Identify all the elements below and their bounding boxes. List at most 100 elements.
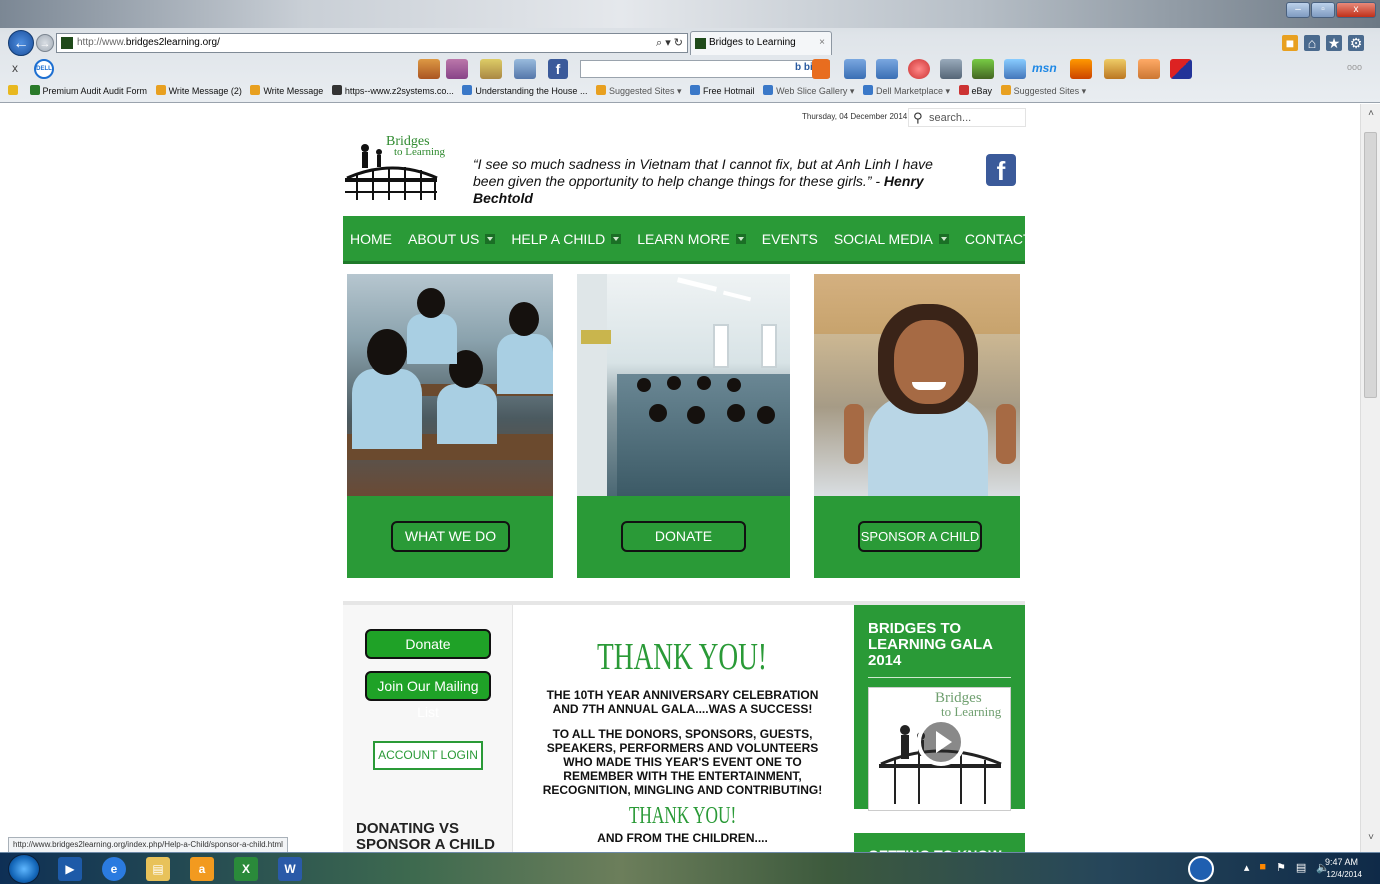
toolbar-addon-icon[interactable] [418, 59, 440, 79]
toolbar-close-icon[interactable]: x [12, 61, 18, 75]
smiling-girl-photo[interactable] [814, 274, 1020, 496]
address-search-refresh-icons[interactable]: ⌕ ▾ ↻ [656, 34, 683, 52]
system-tray: ▴ ■ ⚑ ▤ 🔈 [1244, 861, 1330, 874]
msn-logo-icon[interactable]: msn [1032, 61, 1057, 75]
toolbar-addon-icon[interactable] [446, 59, 468, 79]
tray-app-icon[interactable] [1188, 856, 1214, 882]
tab-favicon [695, 38, 706, 49]
dropdown-arrow-icon [485, 233, 496, 244]
favorites-star-icon[interactable]: ★ [1326, 35, 1342, 51]
toolbar-addon-icon[interactable] [1004, 59, 1026, 79]
tray-app-icon[interactable]: ■ [1259, 861, 1266, 874]
like-icon[interactable] [844, 59, 866, 79]
maximize-button[interactable]: ▫ [1311, 2, 1335, 18]
tab-title: Bridges to Learning [709, 37, 796, 48]
minimize-button[interactable]: ‒ [1286, 2, 1310, 18]
vertical-scrollbar[interactable]: ˄ ˅ [1360, 104, 1380, 852]
excel-icon[interactable]: X [234, 857, 258, 881]
home-icon[interactable]: ⌂ [1304, 35, 1320, 51]
network-icon[interactable]: ▤ [1296, 861, 1306, 874]
dell-logo-icon[interactable]: DELL [34, 59, 54, 79]
facebook-toolbar-icon[interactable]: f [548, 59, 568, 79]
favorite-link[interactable]: Premium Audit Audit Form [29, 85, 147, 96]
facebook-icon[interactable]: f [986, 154, 1016, 186]
toolbar-addon-icon[interactable] [1170, 59, 1192, 79]
status-url-tooltip: http://www.bridges2learning.org/index.ph… [8, 837, 288, 853]
block-icon[interactable] [908, 59, 930, 79]
sidebar-left: Donate Join Our Mailing List ACCOUNT LOG… [343, 605, 513, 852]
address-bar[interactable]: http://www.bridges2learning.org/ ⌕ ▾ ↻ [56, 33, 688, 53]
play-icon[interactable] [917, 718, 965, 766]
favorite-link[interactable]: Free Hotmail [690, 85, 755, 96]
windows-taskbar: ▶ e ▤ a X W ▴ ■ ⚑ ▤ 🔈 9:47 AM 12/4/2014 [0, 852, 1380, 884]
site-search-input[interactable]: ⚲ search... [908, 108, 1026, 127]
more-icon[interactable]: ooo [1347, 62, 1362, 72]
sponsor-a-child-button[interactable]: SPONSOR A CHILD [858, 521, 982, 552]
nav-label: HELP A CHILD [511, 230, 606, 247]
toolbar-addon-icon[interactable] [1070, 59, 1092, 79]
donate-feature-button[interactable]: DONATE [621, 521, 746, 552]
toolbar-addon-icon[interactable] [480, 59, 502, 79]
dropdown-arrow-icon [735, 233, 746, 244]
title-bar: ‒ ▫ x [0, 0, 1380, 28]
back-button[interactable]: ← [8, 30, 34, 56]
favorite-link[interactable]: Suggested Sites ▾ [1000, 85, 1086, 96]
address-url-prefix: http://www. [77, 37, 126, 48]
toolbar-addon-icon[interactable] [1138, 59, 1160, 79]
media-player-icon[interactable]: ▶ [58, 857, 82, 881]
what-we-do-button[interactable]: WHAT WE DO [391, 521, 510, 552]
clock-time[interactable]: 9:47 AM [1325, 857, 1358, 867]
forward-button[interactable]: → [36, 34, 54, 52]
tab-bridges-to-learning[interactable]: Bridges to Learning × [690, 31, 832, 55]
favorite-link[interactable]: Suggested Sites ▾ [595, 85, 682, 96]
join-mailing-list-button[interactable]: Join Our Mailing List [365, 671, 491, 720]
toolbar-addon-icon[interactable] [940, 59, 962, 79]
nav-label: LEARN MORE [637, 230, 730, 247]
nav-help-a-child[interactable]: HELP A CHILD [511, 230, 622, 247]
message-icon[interactable] [876, 59, 898, 79]
clock-date[interactable]: 12/4/2014 [1326, 870, 1362, 879]
account-login-button[interactable]: ACCOUNT LOGIN [373, 741, 483, 770]
internet-explorer-icon[interactable]: e [102, 857, 126, 881]
nav-social-media[interactable]: SOCIAL MEDIA [834, 231, 949, 247]
close-window-button[interactable]: x [1336, 2, 1376, 18]
window-controls: ‒ ▫ x [1286, 2, 1376, 18]
nav-learn-more[interactable]: LEARN MORE [637, 231, 746, 247]
scroll-thumb[interactable] [1364, 132, 1377, 398]
feeds-icon[interactable]: ■ [1282, 35, 1298, 51]
dropdown-arrow-icon [938, 233, 949, 244]
toolbar-search-go-icon[interactable] [812, 59, 830, 79]
tray-arrow-icon[interactable]: ▴ [1244, 861, 1250, 874]
favorite-link[interactable]: Dell Marketplace ▾ [862, 85, 950, 96]
favorite-link[interactable]: Write Message (2) [155, 85, 242, 96]
nav-about-us[interactable]: ABOUT US [408, 231, 496, 247]
action-center-flag-icon[interactable]: ⚑ [1276, 861, 1286, 874]
favorite-link[interactable]: eBay [958, 85, 992, 96]
nav-contact-us[interactable]: CONTACT US [965, 231, 1055, 247]
favorite-link[interactable]: Understanding the House ... [462, 85, 587, 96]
donate-button[interactable]: Donate [365, 629, 491, 659]
toolbar-addon-icon[interactable] [514, 59, 536, 79]
scroll-down-icon[interactable]: ˅ [1361, 832, 1380, 848]
nav-label: CONTACT US [964, 230, 1055, 247]
classroom-wide-photo[interactable] [577, 274, 790, 496]
gala-video[interactable]: Bridges to Learning [868, 687, 1011, 811]
feature-what-we-do: WHAT WE DO [347, 274, 553, 578]
word-icon[interactable]: W [278, 857, 302, 881]
toolbar-addon-icon[interactable] [972, 59, 994, 79]
tab-close-icon[interactable]: × [819, 32, 825, 54]
start-button[interactable] [8, 854, 40, 884]
nav-events[interactable]: EVENTS [762, 231, 818, 247]
scroll-up-icon[interactable]: ˄ [1361, 108, 1380, 124]
nav-home[interactable]: HOME [350, 231, 392, 247]
toolbar-addon-icon[interactable] [1104, 59, 1126, 79]
file-explorer-icon[interactable]: ▤ [146, 857, 170, 881]
classroom-photo[interactable] [347, 274, 553, 496]
tools-gear-icon[interactable]: ⚙ [1348, 35, 1364, 51]
favorite-link[interactable]: Write Message [250, 85, 323, 96]
favorite-link[interactable]: Web Slice Gallery ▾ [763, 85, 854, 96]
toolbar-search-input[interactable]: b bing [580, 60, 830, 78]
favorites-star-icon[interactable] [8, 85, 21, 96]
amazon-icon[interactable]: a [190, 857, 214, 881]
favorite-link[interactable]: https--www.z2systems.co... [331, 85, 454, 96]
